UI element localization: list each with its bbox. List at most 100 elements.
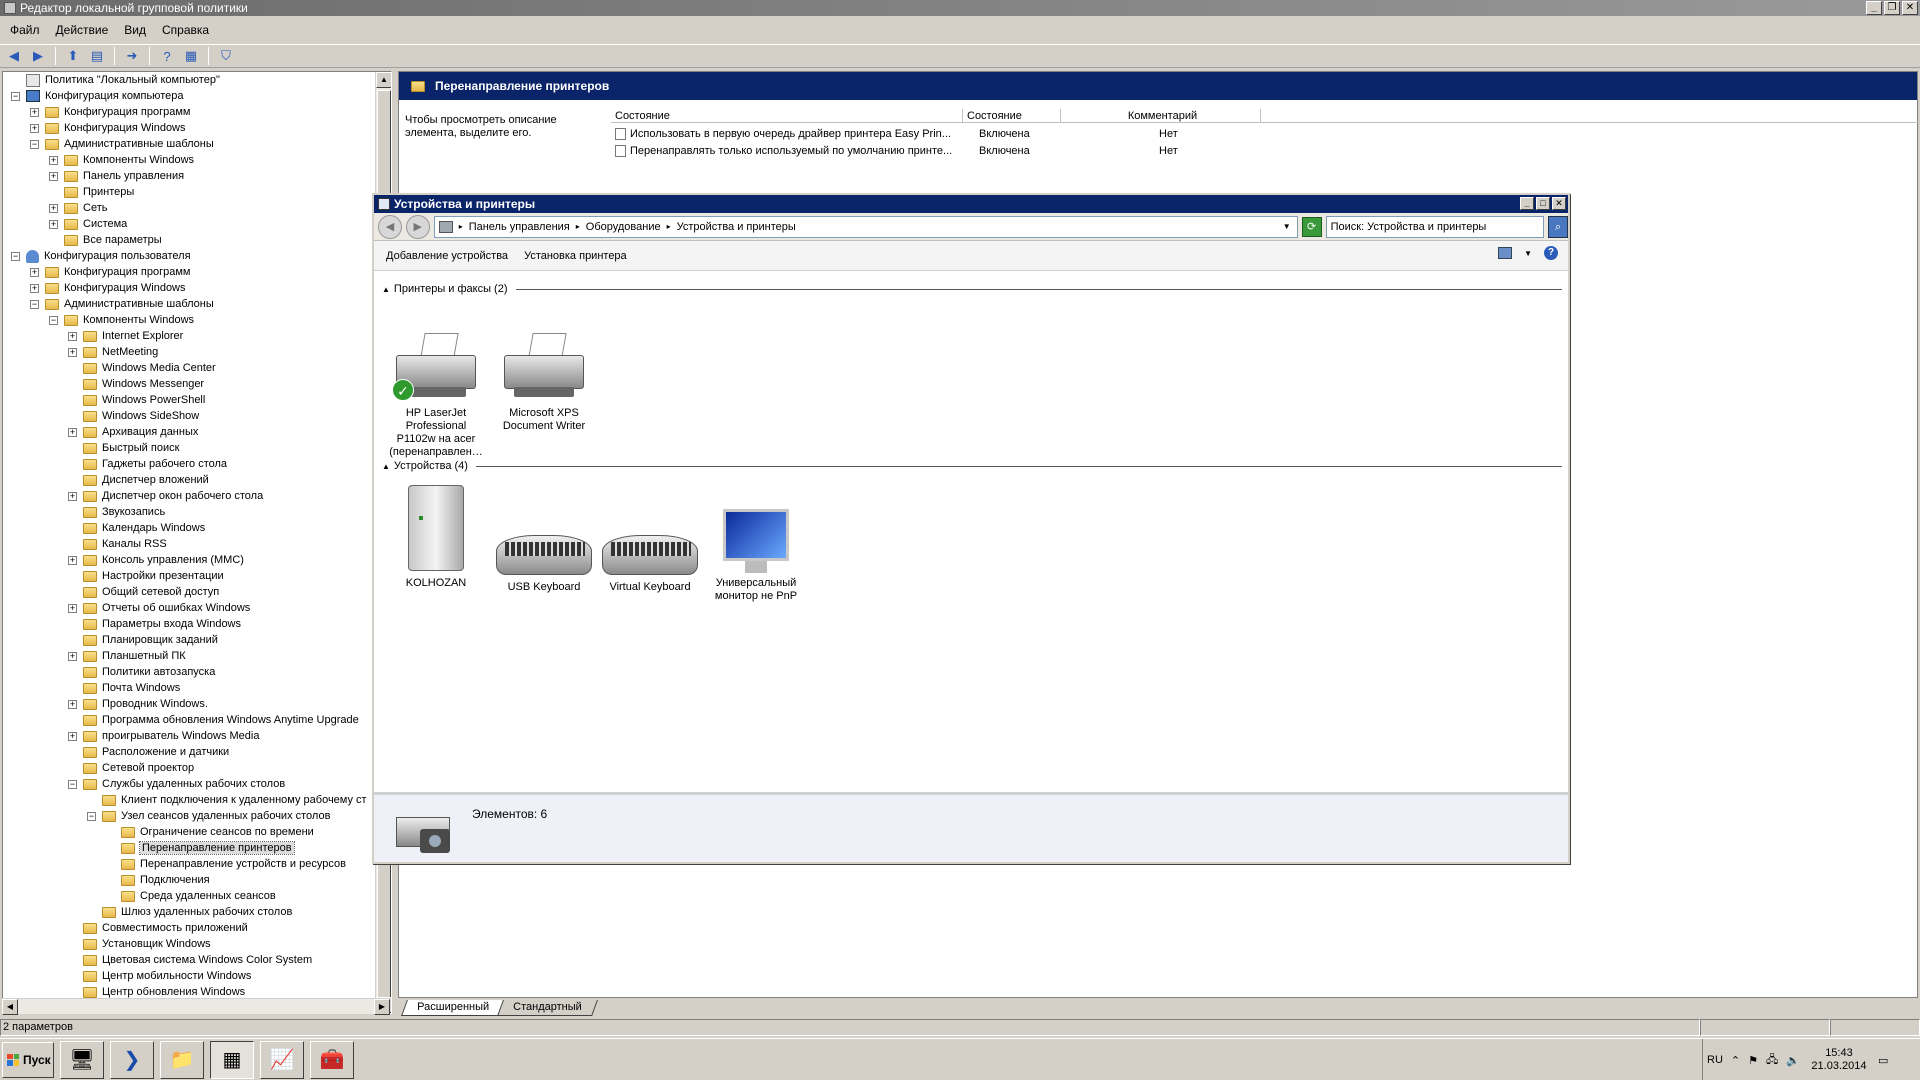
tree-item[interactable]: Перенаправление устройств и ресурсов	[106, 856, 346, 872]
start-button[interactable]: Пуск	[2, 1041, 54, 1078]
policy-tree[interactable]: Политика "Локальный компьютер" − Конфигура…	[2, 71, 392, 1014]
tree-item[interactable]: − Узел сеансов удаленных рабочих столов	[87, 808, 330, 824]
tree-item[interactable]: Цветовая система Windows Color System	[68, 952, 312, 968]
tree-item[interactable]: + Проводник Windows.	[68, 696, 208, 712]
expand-icon[interactable]: +	[49, 219, 58, 229]
tree-item[interactable]: + Сеть	[49, 200, 107, 216]
restore-button[interactable]: ❐	[1884, 1, 1900, 15]
export-list-icon[interactable]: ➜	[122, 46, 142, 66]
menu-help[interactable]: Справка	[162, 23, 209, 37]
help-icon[interactable]: ?	[157, 46, 177, 66]
scroll-up-arrow-icon[interactable]: ▲	[376, 72, 391, 88]
tree-item[interactable]: + NetMeeting	[68, 344, 158, 360]
tree-item[interactable]: Параметры входа Windows	[68, 616, 241, 632]
tree-item[interactable]: Windows SideShow	[68, 408, 199, 424]
minimize-button[interactable]: _	[1866, 1, 1882, 15]
search-icon[interactable]: ⌕	[1548, 215, 1568, 238]
tree-item[interactable]: − Конфигурация пользователя	[11, 248, 191, 264]
toolbox-icon[interactable]: 🧰	[310, 1040, 354, 1079]
tree-item[interactable]: Ограничение сеансов по времени	[106, 824, 314, 840]
search-input[interactable]: Поиск: Устройства и принтеры	[1325, 215, 1545, 238]
printer-item[interactable]: Microsoft XPS Document Writer	[496, 333, 592, 433]
chevron-down-icon[interactable]: ▼	[1524, 249, 1532, 258]
task-manager-icon[interactable]: 📈	[260, 1040, 304, 1079]
refresh-icon[interactable]: ⟳	[1301, 216, 1322, 237]
tree-item[interactable]: + Конфигурация Windows	[30, 280, 186, 296]
column-header-comment[interactable]: Комментарий	[1061, 109, 1261, 123]
action-center-flag-icon[interactable]: ⚑	[1748, 1054, 1758, 1067]
dialog-minimize-button[interactable]: _	[1520, 197, 1534, 210]
language-indicator[interactable]: RU	[1707, 1054, 1723, 1066]
tree-item[interactable]: − Административные шаблоны	[30, 296, 214, 312]
tree-item[interactable]: Политика "Локальный компьютер"	[11, 72, 220, 88]
tree-item[interactable]: + Планшетный ПК	[68, 648, 186, 664]
add-device-button[interactable]: Добавление устройства	[386, 250, 508, 262]
back-button[interactable]: ◀	[378, 214, 402, 239]
expand-icon[interactable]: +	[49, 203, 58, 213]
network-icon[interactable]: 🖧	[1766, 1051, 1778, 1070]
help-icon[interactable]: ?	[1544, 246, 1558, 260]
change-view-icon[interactable]	[1498, 247, 1513, 259]
tree-item[interactable]: − Конфигурация компьютера	[11, 88, 183, 104]
collapse-icon[interactable]: −	[30, 139, 39, 149]
printer-item[interactable]: ✓ HP LaserJet Professional P1102w на ace…	[388, 333, 484, 459]
collapse-arrow-icon[interactable]: ▲	[382, 462, 390, 471]
dialog-titlebar[interactable]: Устройства и принтеры _ □ ✕	[374, 195, 1568, 213]
column-header-setting[interactable]: Состояние	[611, 109, 963, 123]
clock[interactable]: 15:43 21.03.2014	[1808, 1047, 1870, 1073]
tree-item[interactable]: Настройки презентации	[68, 568, 224, 584]
tree-item[interactable]: + Компоненты Windows	[49, 152, 194, 168]
expand-icon[interactable]: +	[68, 699, 77, 709]
tree-item[interactable]: Установщик Windows	[68, 936, 211, 952]
up-folder-icon[interactable]: ⬆	[63, 46, 83, 66]
tree-item[interactable]: − Компоненты Windows	[49, 312, 194, 328]
scroll-right-arrow-icon[interactable]: ▶	[374, 999, 390, 1015]
tree-item[interactable]: Windows Media Center	[68, 360, 216, 376]
tree-item[interactable]: Перенаправление принтеров	[106, 840, 295, 856]
expand-icon[interactable]: +	[68, 331, 77, 341]
window-titlebar[interactable]: Редактор локальной групповой политики _ …	[0, 0, 1920, 16]
tree-item[interactable]: Принтеры	[49, 184, 134, 200]
close-button[interactable]: ✕	[1902, 1, 1918, 15]
chevron-down-icon[interactable]: ▼	[1283, 222, 1291, 231]
device-item[interactable]: Универсальный монитор не PnP	[708, 509, 804, 603]
show-desktop-icon[interactable]: ▭	[1878, 1054, 1888, 1067]
tree-item[interactable]: + Диспетчер окон рабочего стола	[68, 488, 263, 504]
policy-row[interactable]: Использовать в первую очередь драйвер пр…	[611, 126, 1178, 142]
tree-item[interactable]: Быстрый поиск	[68, 440, 179, 456]
tree-item[interactable]: Клиент подключения к удаленному рабочему…	[87, 792, 367, 808]
tree-item[interactable]: + Консоль управления (MMC)	[68, 552, 244, 568]
add-printer-button[interactable]: Установка принтера	[524, 250, 627, 262]
dialog-maximize-button[interactable]: □	[1536, 197, 1550, 210]
powershell-icon[interactable]: ❯	[110, 1040, 154, 1079]
tree-item[interactable]: Центр мобильности Windows	[68, 968, 251, 984]
tree-item[interactable]: + Конфигурация Windows	[30, 120, 186, 136]
tree-item[interactable]: − Службы удаленных рабочих столов	[68, 776, 285, 792]
collapse-icon[interactable]: −	[11, 251, 20, 261]
tree-item[interactable]: − Административные шаблоны	[30, 136, 214, 152]
explorer-folder-icon[interactable]: 📁	[160, 1040, 204, 1079]
tree-item[interactable]: + Конфигурация программ	[30, 104, 190, 120]
expand-icon[interactable]: +	[30, 123, 39, 133]
expand-icon[interactable]: +	[68, 651, 77, 661]
tree-item[interactable]: Звукозапись	[68, 504, 165, 520]
tab-standard[interactable]: Стандартный	[497, 1000, 598, 1016]
tree-item[interactable]: Шлюз удаленных рабочих столов	[87, 904, 292, 920]
collapse-arrow-icon[interactable]: ▲	[382, 285, 390, 294]
tree-item[interactable]: Гаджеты рабочего стола	[68, 456, 227, 472]
expand-icon[interactable]: +	[68, 731, 77, 741]
device-item[interactable]: USB Keyboard	[496, 535, 592, 594]
menu-action[interactable]: Действие	[56, 23, 109, 37]
volume-muted-icon[interactable]: 🔈	[1786, 1054, 1800, 1067]
tree-item[interactable]: Почта Windows	[68, 680, 180, 696]
tree-item[interactable]: Программа обновления Windows Anytime Upg…	[68, 712, 359, 728]
tree-item[interactable]: Политики автозапуска	[68, 664, 215, 680]
forward-arrow-icon[interactable]: ▶	[28, 46, 48, 66]
devices-group-header[interactable]: ▲ Устройства (4)	[382, 460, 1562, 472]
chevron-right-icon[interactable]: ▸	[459, 222, 463, 231]
tree-item[interactable]: + Панель управления	[49, 168, 184, 184]
expand-icon[interactable]: +	[68, 427, 77, 437]
tree-item[interactable]: Каналы RSS	[68, 536, 167, 552]
device-item[interactable]: Virtual Keyboard	[602, 535, 698, 594]
tree-item[interactable]: Среда удаленных сеансов	[106, 888, 276, 904]
